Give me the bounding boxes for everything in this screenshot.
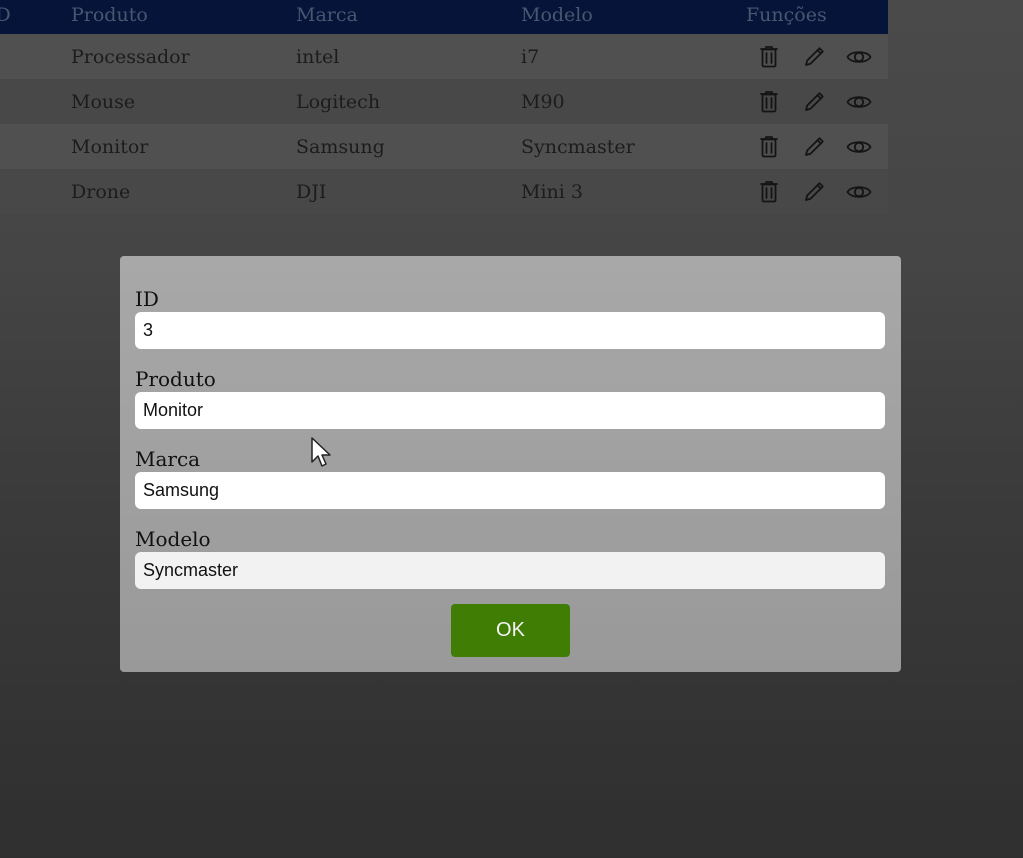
table-row: 3MonitorSamsungSyncmaster [0, 124, 888, 169]
ok-button[interactable]: OK [451, 604, 570, 657]
pencil-icon [804, 136, 824, 156]
cell-funcoes [746, 79, 888, 124]
table-row: 5DroneDJIMini 3 [0, 169, 888, 214]
table-body: 1Processadorinteli72MouseLogitechM903Mon… [0, 34, 888, 214]
ok-button-container: OK [135, 604, 886, 657]
eye-icon [846, 185, 871, 198]
eye-icon [846, 140, 871, 153]
row-actions [746, 87, 888, 117]
cell-funcoes [746, 124, 888, 169]
delete-button[interactable] [746, 42, 791, 72]
produto-field[interactable] [135, 392, 885, 429]
view-button[interactable] [836, 87, 881, 117]
id-field[interactable] [135, 312, 885, 349]
produto-label: Produto [135, 367, 216, 391]
id-label: ID [135, 287, 159, 311]
delete-button[interactable] [746, 177, 791, 207]
table-row: 2MouseLogitechM90 [0, 79, 888, 124]
cell-funcoes [746, 169, 888, 214]
row-actions [746, 132, 888, 162]
header-marca: Marca [296, 0, 521, 34]
trash-icon [759, 45, 778, 67]
delete-button[interactable] [746, 87, 791, 117]
marca-label: Marca [135, 447, 201, 471]
cell-modelo: Mini 3 [521, 169, 746, 214]
trash-icon [759, 135, 778, 157]
view-button[interactable] [836, 177, 881, 207]
eye-icon [846, 95, 871, 108]
cell-funcoes [746, 34, 888, 79]
view-button[interactable] [836, 132, 881, 162]
header-funcoes: Funções [746, 0, 888, 34]
edit-button[interactable] [791, 42, 836, 72]
cell-id: 5 [0, 169, 71, 214]
pencil-icon [804, 91, 824, 111]
edit-button[interactable] [791, 177, 836, 207]
cell-id: 3 [0, 124, 71, 169]
products-table-container: ID Produto Marca Modelo Funções 1Process… [0, 0, 888, 214]
cell-id: 2 [0, 79, 71, 124]
edit-button[interactable] [791, 87, 836, 117]
cell-marca: intel [296, 34, 521, 79]
edit-product-modal: ID Produto Marca Modelo OK [120, 256, 901, 672]
cell-modelo: i7 [521, 34, 746, 79]
pencil-icon [804, 181, 824, 201]
trash-icon [759, 90, 778, 112]
view-button[interactable] [836, 42, 881, 72]
cell-produto: Monitor [71, 124, 296, 169]
marca-field[interactable] [135, 472, 885, 509]
trash-icon [759, 180, 778, 202]
cell-produto: Mouse [71, 79, 296, 124]
delete-button[interactable] [746, 132, 791, 162]
cell-modelo: M90 [521, 79, 746, 124]
table-header-row: ID Produto Marca Modelo Funções [0, 0, 888, 34]
cell-marca: Logitech [296, 79, 521, 124]
cell-modelo: Syncmaster [521, 124, 746, 169]
header-produto: Produto [71, 0, 296, 34]
cell-produto: Processador [71, 34, 296, 79]
table-row: 1Processadorinteli7 [0, 34, 888, 79]
modelo-field[interactable] [135, 552, 885, 589]
cell-marca: DJI [296, 169, 521, 214]
header-id: ID [0, 0, 71, 34]
pencil-icon [804, 46, 824, 66]
cell-produto: Drone [71, 169, 296, 214]
products-table: ID Produto Marca Modelo Funções 1Process… [0, 0, 888, 214]
row-actions [746, 177, 888, 207]
eye-icon [846, 50, 871, 63]
modelo-label: Modelo [135, 527, 211, 551]
header-modelo: Modelo [521, 0, 746, 34]
cell-marca: Samsung [296, 124, 521, 169]
row-actions [746, 42, 888, 72]
cell-id: 1 [0, 34, 71, 79]
edit-button[interactable] [791, 132, 836, 162]
